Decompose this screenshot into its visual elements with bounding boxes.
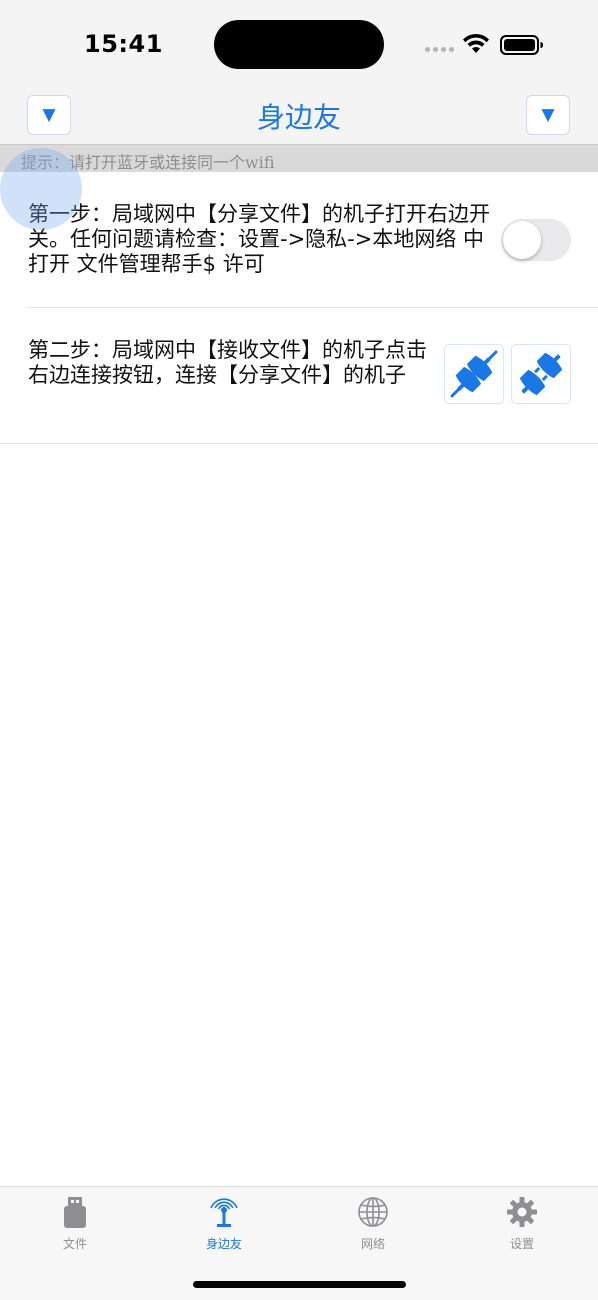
- plug-connected-icon: [450, 350, 498, 398]
- plug-disconnected-icon: [519, 352, 563, 396]
- toggle-knob: [503, 221, 541, 259]
- step-one-text: 第一步：局域网中【分享文件】的机子打开右边开关。任何问题请检查：设置->隐私->…: [28, 202, 490, 276]
- step-two-row: 第二步：局域网中【接收文件】的机子点击右边连接按钮，连接【分享文件】的机子: [0, 308, 598, 444]
- tab-files-label: 文件: [62, 1237, 87, 1251]
- globe-icon: [358, 1197, 388, 1227]
- tab-network[interactable]: 网络: [313, 1195, 433, 1255]
- tab-files[interactable]: 文件: [15, 1195, 135, 1255]
- disconnect-button[interactable]: [511, 344, 571, 404]
- tab-settings-label: 设置: [509, 1237, 534, 1251]
- home-indicator: [193, 1281, 406, 1288]
- battery-icon: [500, 35, 543, 55]
- page-title: 身边友: [256, 101, 341, 134]
- cellular-signal-icon: [425, 47, 454, 52]
- tab-bar: 文件 身边友 网络 设置: [0, 1186, 598, 1300]
- gear-icon: [507, 1197, 537, 1227]
- divider: [0, 443, 598, 444]
- triangle-down-icon: ▼: [541, 105, 555, 125]
- hint-banner: 提示：请打开蓝牙或连接同一个wifi: [0, 144, 598, 172]
- share-files-toggle[interactable]: [501, 219, 571, 261]
- step-one-row: 第一步：局域网中【分享文件】的机子打开右边开关。任何问题请检查：设置->隐私->…: [0, 172, 598, 308]
- navigation-bar: ▼ 身边友 ▼: [0, 88, 598, 144]
- broadcast-antenna-icon: [210, 1198, 238, 1227]
- tab-network-label: 网络: [360, 1237, 385, 1251]
- status-time: 15:41: [84, 30, 163, 58]
- right-dropdown-button[interactable]: ▼: [526, 95, 570, 135]
- tab-settings[interactable]: 设置: [462, 1195, 582, 1255]
- touch-indicator: [0, 148, 82, 230]
- tab-nearby-friends[interactable]: 身边友: [164, 1195, 284, 1255]
- usb-drive-icon: [64, 1197, 86, 1228]
- step-two-text: 第二步：局域网中【接收文件】的机子点击右边连接按钮，连接【分享文件】的机子: [28, 338, 427, 387]
- tab-nearby-friends-label: 身边友: [205, 1237, 242, 1251]
- dynamic-island: [214, 20, 384, 69]
- status-bar: 15:41: [0, 0, 598, 88]
- wifi-icon: [463, 33, 489, 53]
- connect-button[interactable]: [444, 344, 504, 404]
